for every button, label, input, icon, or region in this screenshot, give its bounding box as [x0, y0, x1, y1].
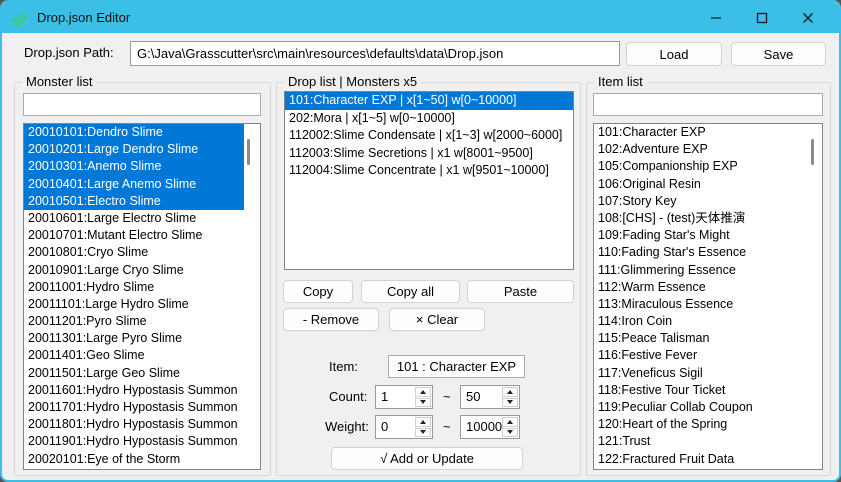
drop-listbox[interactable]: 101:Character EXP | x[1~50] w[0~10000]20…: [284, 91, 574, 270]
count-min-spinner[interactable]: 1: [375, 385, 433, 409]
list-item[interactable]: 20010101:Dendro Slime: [24, 124, 244, 141]
load-button[interactable]: Load: [626, 42, 722, 66]
list-item[interactable]: 118:Festive Tour Ticket: [594, 382, 806, 399]
list-item[interactable]: 107:Story Key: [594, 193, 806, 210]
list-item[interactable]: 122:Fractured Fruit Data: [594, 451, 806, 468]
list-item[interactable]: 120:Heart of the Spring: [594, 416, 806, 433]
list-item[interactable]: 119:Peculiar Collab Coupon: [594, 399, 806, 416]
list-item[interactable]: 20011501:Large Geo Slime: [24, 365, 244, 382]
item-field[interactable]: 101 : Character EXP: [388, 355, 525, 378]
item-list-title: Item list: [594, 74, 647, 89]
list-item[interactable]: 20011901:Hydro Hypostasis Summon: [24, 433, 244, 450]
app-icon: [11, 9, 29, 27]
close-button[interactable]: [785, 2, 831, 33]
maximize-button[interactable]: [739, 2, 785, 33]
spin-down-icon[interactable]: [502, 398, 518, 408]
list-item[interactable]: 20011801:Hydro Hypostasis Summon: [24, 416, 244, 433]
list-item[interactable]: 121:Trust: [594, 433, 806, 450]
add-or-update-button[interactable]: √ Add or Update: [331, 447, 523, 470]
weight-min-spinner[interactable]: 0: [375, 415, 433, 439]
path-label: Drop.json Path:: [24, 45, 114, 60]
remove-button[interactable]: - Remove: [283, 308, 379, 331]
list-item[interactable]: 105:Companionship EXP: [594, 158, 806, 175]
count-max-spinner[interactable]: 50: [460, 385, 520, 409]
copy-all-button[interactable]: Copy all: [361, 280, 460, 303]
list-item[interactable]: 106:Original Resin: [594, 176, 806, 193]
list-item[interactable]: 116:Festive Fever: [594, 347, 806, 364]
list-item[interactable]: 20011701:Hydro Hypostasis Summon: [24, 399, 244, 416]
list-item[interactable]: 112003:Slime Secretions | x1 w[8001~9500…: [285, 145, 573, 163]
list-item[interactable]: 20011201:Pyro Slime: [24, 313, 244, 330]
monster-listbox[interactable]: 20010101:Dendro Slime20010201:Large Dend…: [23, 123, 261, 470]
minimize-button[interactable]: [693, 2, 739, 33]
copy-button[interactable]: Copy: [283, 280, 353, 303]
list-item[interactable]: 112:Warm Essence: [594, 279, 806, 296]
list-item[interactable]: 110:Fading Star's Essence: [594, 244, 806, 261]
item-filter-input[interactable]: [593, 93, 823, 116]
list-item[interactable]: 111:Glimmering Essence: [594, 262, 806, 279]
list-item[interactable]: 20011601:Hydro Hypostasis Summon: [24, 382, 244, 399]
list-item[interactable]: 20010401:Large Anemo Slime: [24, 176, 244, 193]
paste-button[interactable]: Paste: [467, 280, 574, 303]
list-item[interactable]: 101:Character EXP: [594, 124, 806, 141]
list-item[interactable]: 109:Fading Star's Might: [594, 227, 806, 244]
list-item[interactable]: 20011001:Hydro Slime: [24, 279, 244, 296]
item-list-scrollbar[interactable]: [811, 139, 814, 165]
list-item[interactable]: 20020101:Eye of the Storm: [24, 451, 244, 468]
count-label: Count:: [329, 389, 367, 404]
spin-down-icon[interactable]: [415, 428, 431, 438]
list-item[interactable]: 113:Miraculous Essence: [594, 296, 806, 313]
monster-list-panel: Monster list 20010101:Dendro Slime200102…: [14, 82, 271, 476]
drop-list-panel: Drop list | Monsters x5 101:Character EX…: [276, 82, 581, 476]
clear-button[interactable]: × Clear: [389, 308, 485, 331]
spin-up-icon[interactable]: [415, 387, 431, 397]
weight-max-spinner[interactable]: 10000: [460, 415, 520, 439]
count-tilde: ~: [443, 389, 451, 404]
list-item[interactable]: 117:Veneficus Sigil: [594, 365, 806, 382]
spin-down-icon[interactable]: [502, 428, 518, 438]
path-input[interactable]: [130, 41, 620, 66]
title-bar: Drop.json Editor: [2, 2, 839, 33]
spin-up-icon[interactable]: [415, 417, 431, 427]
monster-filter-input[interactable]: [23, 93, 261, 116]
drop-list-title: Drop list | Monsters x5: [284, 74, 421, 89]
list-item[interactable]: 20010301:Anemo Slime: [24, 158, 244, 175]
item-label: Item:: [329, 359, 358, 374]
spin-down-icon[interactable]: [415, 398, 431, 408]
weight-min-value[interactable]: 0: [376, 416, 415, 438]
list-item[interactable]: 20011301:Large Pyro Slime: [24, 330, 244, 347]
spin-up-icon[interactable]: [502, 417, 518, 427]
list-item[interactable]: 115:Peace Talisman: [594, 330, 806, 347]
path-row: Drop.json Path: Load Save: [2, 33, 839, 73]
list-item[interactable]: 101:Character EXP | x[1~50] w[0~10000]: [285, 92, 573, 110]
weight-max-value[interactable]: 10000: [461, 416, 502, 438]
list-item[interactable]: 20010701:Mutant Electro Slime: [24, 227, 244, 244]
list-item[interactable]: 112004:Slime Concentrate | x1 w[9501~100…: [285, 162, 573, 180]
list-item[interactable]: 20010201:Large Dendro Slime: [24, 141, 244, 158]
list-item[interactable]: 102:Adventure EXP: [594, 141, 806, 158]
list-item[interactable]: 20011401:Geo Slime: [24, 347, 244, 364]
list-item[interactable]: 20010501:Electro Slime: [24, 193, 244, 210]
monster-list-scrollbar[interactable]: [247, 139, 250, 165]
weight-label: Weight:: [325, 419, 369, 434]
save-button[interactable]: Save: [731, 42, 826, 66]
spin-up-icon[interactable]: [502, 387, 518, 397]
list-item[interactable]: 114:Iron Coin: [594, 313, 806, 330]
list-item[interactable]: 20010801:Cryo Slime: [24, 244, 244, 261]
monster-list-title: Monster list: [22, 74, 96, 89]
list-item[interactable]: 20010901:Large Cryo Slime: [24, 262, 244, 279]
list-item[interactable]: 112002:Slime Condensate | x[1~3] w[2000~…: [285, 127, 573, 145]
count-min-value[interactable]: 1: [376, 386, 415, 408]
item-listbox[interactable]: 101:Character EXP102:Adventure EXP105:Co…: [593, 123, 823, 470]
weight-tilde: ~: [443, 419, 451, 434]
list-item[interactable]: 20011101:Large Hydro Slime: [24, 296, 244, 313]
item-list-panel: Item list 101:Character EXP102:Adventure…: [586, 82, 831, 476]
window-title: Drop.json Editor: [37, 10, 130, 25]
list-item[interactable]: 202:Mora | x[1~5] w[0~10000]: [285, 110, 573, 128]
count-max-value[interactable]: 50: [461, 386, 502, 408]
list-item[interactable]: 108:[CHS] - (test)天体推演: [594, 210, 806, 227]
app-window: Drop.json Editor Drop.json Path: Load Sa…: [0, 0, 841, 482]
list-item[interactable]: 20010601:Large Electro Slime: [24, 210, 244, 227]
